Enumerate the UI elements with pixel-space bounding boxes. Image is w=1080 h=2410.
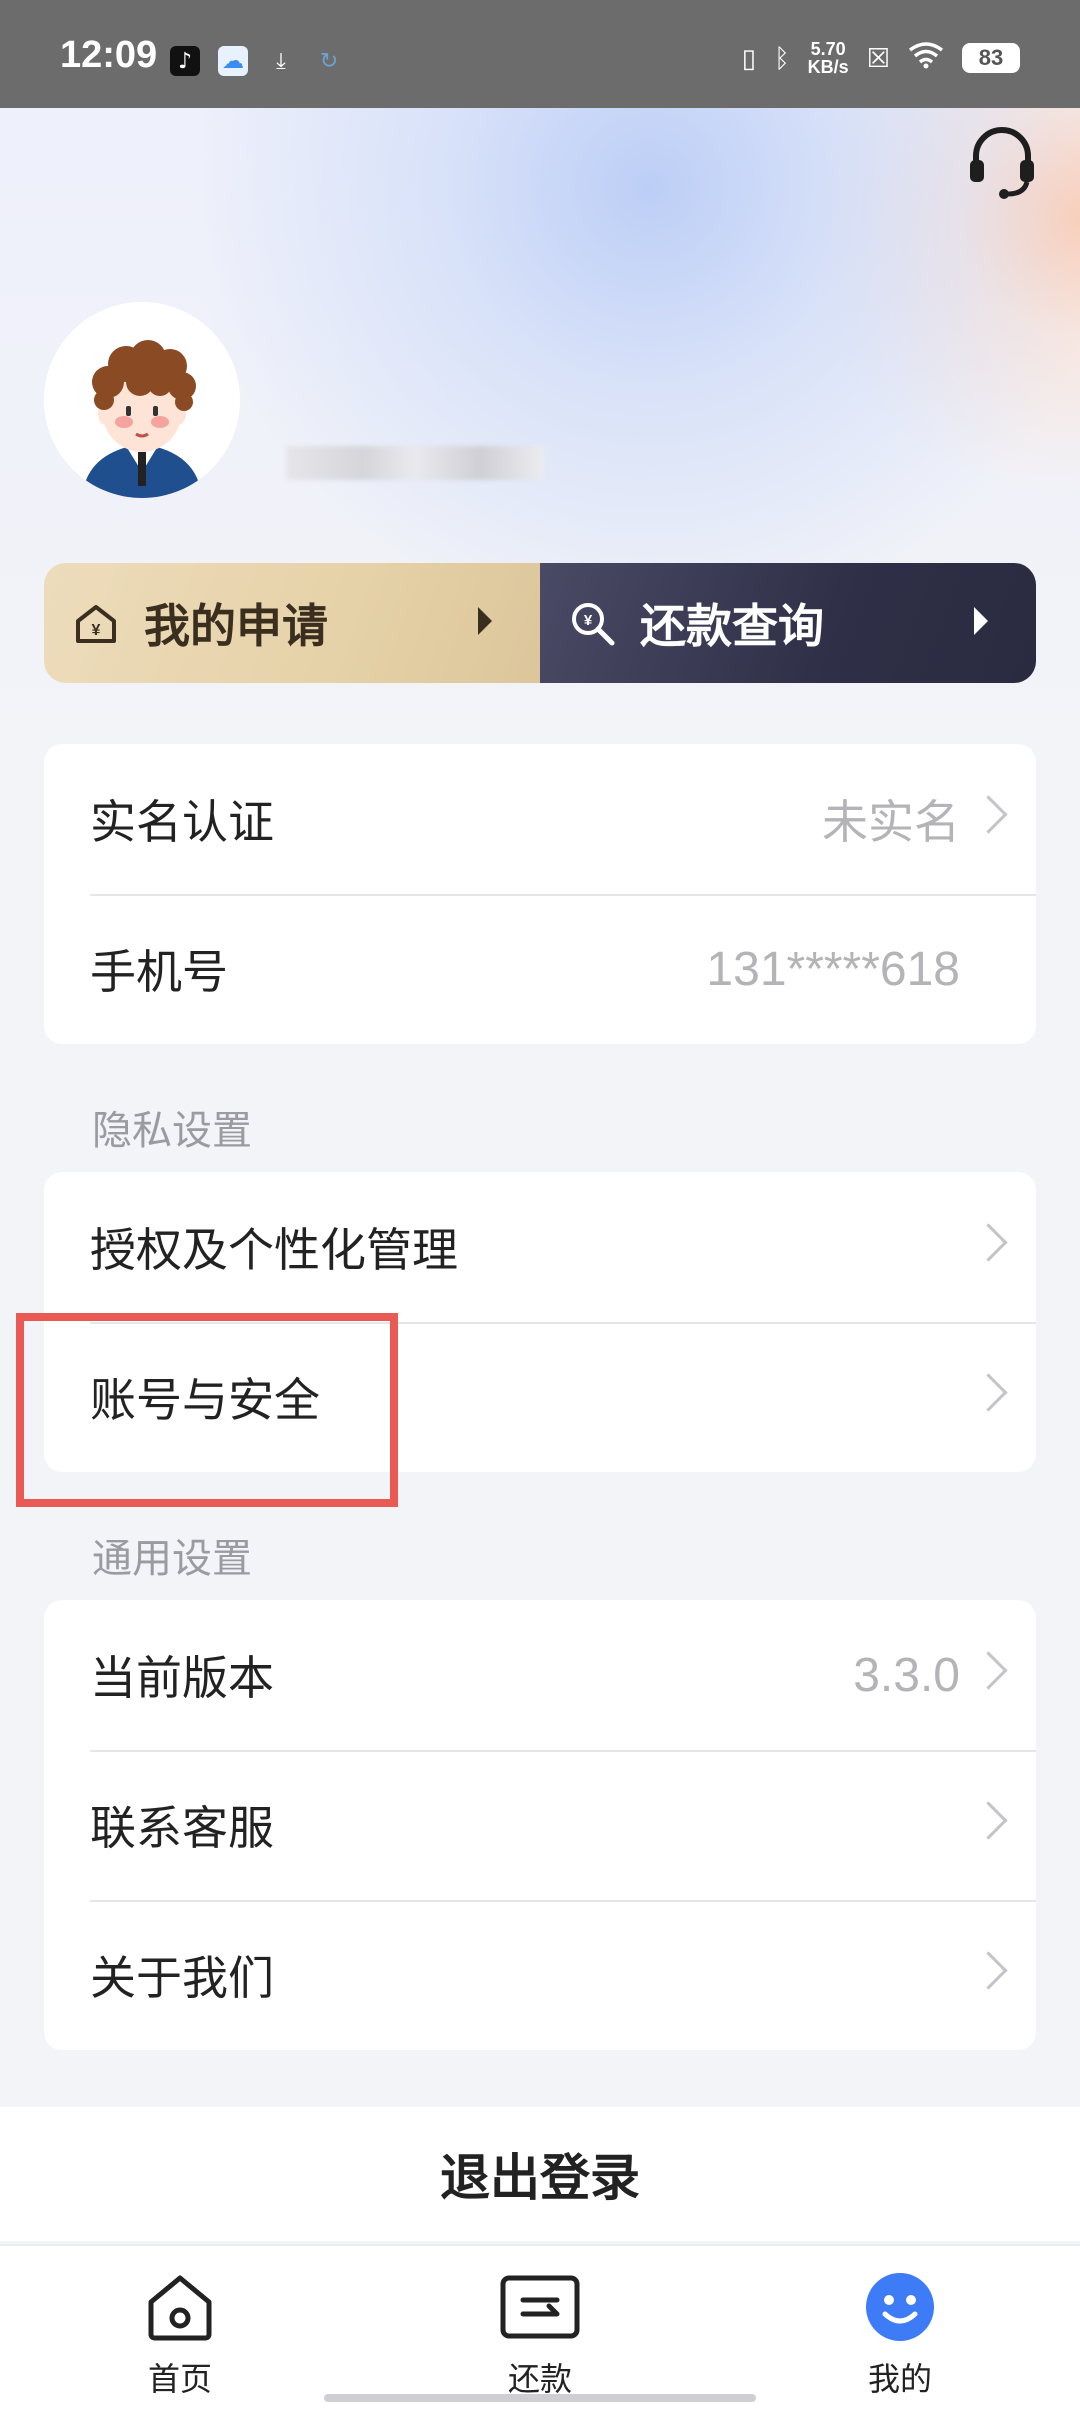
avatar[interactable] bbox=[44, 302, 240, 498]
status-bar: 12:09 ♪ ☁ ⤓ ↻ ▯ ᛒ 5.70 KB/s ☒ 83 bbox=[0, 0, 1080, 108]
repayment-query-button[interactable]: ¥ 还款查询 bbox=[540, 563, 1036, 683]
version-value: 3.3.0 bbox=[853, 1648, 960, 1702]
nav-mine[interactable]: 我的 bbox=[820, 2270, 980, 2400]
highlight-box bbox=[16, 1313, 398, 1507]
logout-label: 退出登录 bbox=[440, 2149, 640, 2207]
sync-icon: ↻ bbox=[319, 48, 339, 74]
chevron-right-icon bbox=[969, 1951, 1008, 1990]
contact-support-row[interactable]: 联系客服 bbox=[44, 1750, 1036, 1900]
battery-indicator: 83 bbox=[962, 43, 1020, 73]
phone-value: 131*****618 bbox=[706, 942, 960, 996]
general-section-title: 通用设置 bbox=[92, 1536, 252, 1582]
chevron-right-icon bbox=[969, 1801, 1008, 1840]
network-speed: 5.70 KB/s bbox=[807, 39, 849, 77]
status-system-icons: ▯ ᛒ 5.70 KB/s ☒ 83 bbox=[742, 40, 1020, 76]
chevron-right-icon bbox=[969, 795, 1008, 834]
bottom-nav: 首页 还款 我的 bbox=[0, 2244, 1080, 2410]
svg-text:¥: ¥ bbox=[584, 612, 593, 629]
real-name-label: 实名认证 bbox=[90, 795, 274, 849]
repay-icon bbox=[500, 2275, 580, 2339]
search-yen-icon: ¥ bbox=[572, 603, 615, 646]
my-application-label: 我的申请 bbox=[144, 599, 328, 653]
bluetooth-icon: ᛒ bbox=[774, 42, 790, 73]
arrow-right-icon bbox=[478, 607, 492, 635]
contact-support-label: 联系客服 bbox=[90, 1801, 274, 1855]
authorization-management-label: 授权及个性化管理 bbox=[90, 1223, 458, 1277]
about-us-row[interactable]: 关于我们 bbox=[44, 1900, 1036, 2050]
arrow-right-icon bbox=[974, 607, 988, 635]
logout-button[interactable]: 退出登录 bbox=[0, 2107, 1080, 2241]
nav-home[interactable]: 首页 bbox=[100, 2270, 260, 2400]
version-row[interactable]: 当前版本 3.3.0 bbox=[44, 1600, 1036, 1750]
no-sim-icon: ☒ bbox=[866, 42, 890, 73]
wifi-icon bbox=[908, 41, 944, 76]
cloud-app-icon: ☁ bbox=[218, 46, 248, 76]
chevron-right-icon bbox=[969, 1223, 1008, 1262]
tiktok-icon: ♪ bbox=[170, 46, 200, 76]
home-icon bbox=[148, 2275, 212, 2341]
chevron-right-icon bbox=[969, 1373, 1008, 1412]
username-redacted bbox=[286, 446, 544, 480]
my-application-button[interactable]: ¥ 我的申请 bbox=[44, 563, 540, 683]
nav-repay[interactable]: 还款 bbox=[460, 2270, 620, 2400]
authorization-management-row[interactable]: 授权及个性化管理 bbox=[44, 1172, 1036, 1322]
repayment-query-label: 还款查询 bbox=[640, 599, 824, 653]
smile-icon bbox=[866, 2273, 934, 2341]
real-name-row[interactable]: 实名认证 未实名 bbox=[44, 744, 1036, 894]
real-name-status: 未实名 bbox=[822, 795, 960, 849]
about-us-label: 关于我们 bbox=[90, 1951, 274, 2005]
quick-actions: ¥ 我的申请 ¥ 还款查询 bbox=[44, 563, 1036, 683]
home-indicator bbox=[324, 2394, 756, 2402]
privacy-section-title: 隐私设置 bbox=[92, 1108, 252, 1154]
svg-text:¥: ¥ bbox=[92, 622, 101, 639]
phone-row: 手机号 131*****618 bbox=[44, 894, 1036, 1044]
chevron-right-icon bbox=[969, 1651, 1008, 1690]
nav-home-label: 首页 bbox=[147, 2360, 212, 2398]
nav-mine-label: 我的 bbox=[867, 2360, 932, 2398]
phone-label: 手机号 bbox=[90, 945, 228, 999]
general-card: 当前版本 3.3.0 联系客服 关于我们 bbox=[44, 1600, 1036, 2050]
download-icon: ⤓ bbox=[276, 48, 286, 74]
vibrate-icon: ▯ bbox=[741, 42, 757, 73]
headset-icon[interactable] bbox=[964, 124, 1040, 200]
account-info-card: 实名认证 未实名 手机号 131*****618 bbox=[44, 744, 1036, 1044]
status-time: 12:09 bbox=[60, 34, 158, 76]
version-label: 当前版本 bbox=[90, 1651, 274, 1705]
home-yen-icon: ¥ bbox=[76, 605, 116, 643]
status-notification-icons: ♪ ☁ ⤓ ↻ bbox=[170, 46, 344, 76]
